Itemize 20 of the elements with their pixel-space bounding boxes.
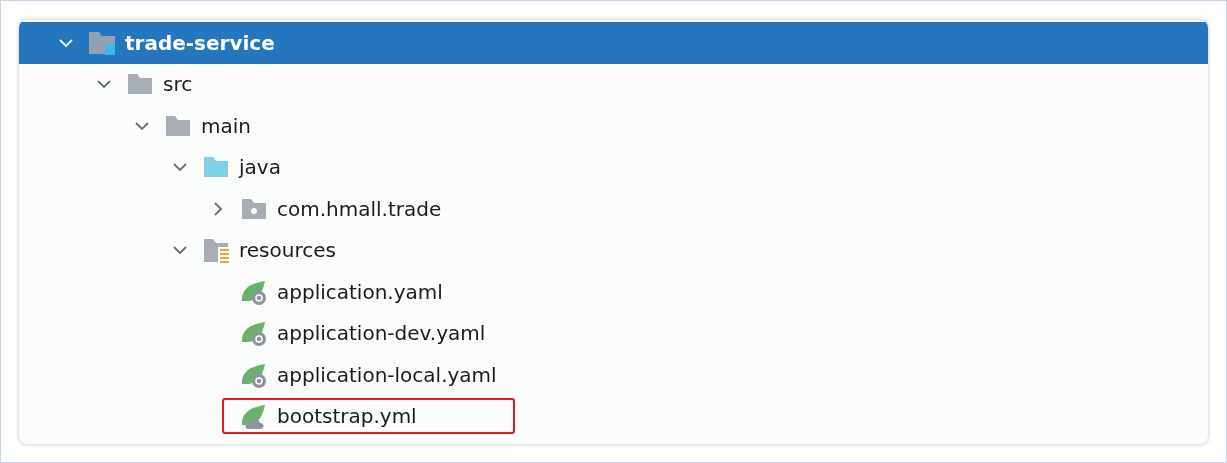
- tree-item-label: src: [163, 72, 193, 97]
- tree-row[interactable]: application-dev.yaml: [19, 312, 1208, 354]
- tree-row[interactable]: application-local.yaml: [19, 354, 1208, 396]
- tree-row[interactable]: java: [19, 146, 1208, 188]
- tree-item-label: com.hmall.trade: [277, 196, 442, 221]
- tree-row[interactable]: bootstrap.yml: [19, 395, 1208, 437]
- tree-row[interactable]: com.hmall.trade: [19, 188, 1208, 230]
- tree-item-label: application-local.yaml: [277, 362, 497, 387]
- tree-item-label: application-dev.yaml: [277, 321, 486, 346]
- tree-item-label: trade-service: [125, 30, 275, 55]
- tree-item-label: application.yaml: [277, 279, 443, 304]
- tree-row[interactable]: trade-service: [19, 22, 1208, 64]
- tree-row[interactable]: application.yaml: [19, 271, 1208, 313]
- tree-row[interactable]: src: [19, 63, 1208, 105]
- tree-row[interactable]: resources: [19, 229, 1208, 271]
- tree-item-label: resources: [239, 238, 336, 263]
- tree-item-label: bootstrap.yml: [277, 404, 417, 429]
- tree-item-label: java: [239, 155, 281, 180]
- tree-row[interactable]: main: [19, 105, 1208, 147]
- tree-item-label: main: [201, 113, 251, 138]
